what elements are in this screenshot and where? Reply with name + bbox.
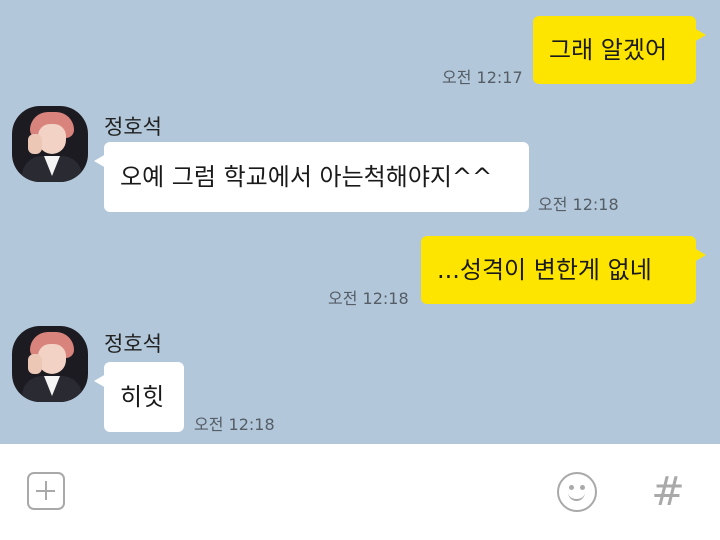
- plus-square-icon[interactable]: [27, 472, 65, 510]
- avatar[interactable]: [12, 106, 88, 182]
- message-text: 히힛: [120, 383, 165, 411]
- sender-name: 정호석: [104, 115, 162, 139]
- hash-icon[interactable]: #: [650, 470, 686, 514]
- my-message-bubble[interactable]: 그래 알겠어: [533, 16, 706, 84]
- message-text: 오예 그럼 학교에서 아는척해야지^^: [120, 163, 493, 191]
- message-input-bar[interactable]: [0, 444, 720, 540]
- message-time: 오전 12:17: [442, 68, 523, 87]
- message-time: 오전 12:18: [194, 415, 275, 434]
- my-message-bubble[interactable]: ...성격이 변한게 없네: [421, 236, 706, 304]
- message-time: 오전 12:18: [328, 289, 409, 308]
- chat-area[interactable]: 오전 12:17 그래 알겠어 정호석 오예 그럼 학교에서 아는척해야지^^ …: [0, 0, 720, 444]
- message-text: 그래 알겠어: [549, 36, 668, 64]
- message-text: ...성격이 변한게 없네: [437, 256, 652, 284]
- emoji-icon[interactable]: [557, 472, 597, 512]
- sender-name: 정호석: [104, 332, 162, 356]
- avatar[interactable]: [12, 326, 88, 402]
- message-time: 오전 12:18: [538, 195, 619, 214]
- other-message-bubble[interactable]: 히힛: [94, 362, 184, 432]
- other-message-bubble[interactable]: 오예 그럼 학교에서 아는척해야지^^: [94, 142, 529, 212]
